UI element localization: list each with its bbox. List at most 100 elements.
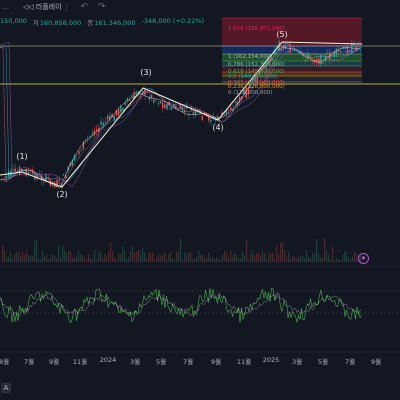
- volume-bar: [148, 253, 150, 262]
- volume-bar: [152, 252, 154, 262]
- volume-bar: [262, 251, 264, 262]
- candle-body: [166, 104, 168, 110]
- candle-body: [291, 50, 294, 52]
- volume-bar: [62, 245, 64, 262]
- volume-bar: [112, 251, 114, 262]
- candle-body: [227, 109, 230, 111]
- candle-body: [335, 48, 338, 56]
- volume-bar: [2, 245, 4, 262]
- wave-label: (3): [140, 68, 152, 77]
- volume-bar: [324, 238, 326, 262]
- volume-bar: [44, 256, 46, 262]
- volume-bar: [142, 247, 144, 262]
- volume-bar: [208, 252, 210, 262]
- candle-body: [192, 111, 195, 115]
- volume-bar: [6, 258, 8, 262]
- volume-bar: [108, 251, 110, 262]
- volume-bar: [202, 254, 204, 262]
- volume-bar: [58, 245, 60, 262]
- volume-bar: [26, 250, 28, 262]
- volume-bar: [246, 240, 248, 262]
- volume-bar: [96, 259, 98, 262]
- volume-bar: [20, 255, 22, 262]
- volume-bar: [216, 257, 218, 262]
- volume-bar: [214, 258, 216, 262]
- volume-bar: [72, 257, 74, 262]
- time-axis-label: 2025: [262, 356, 280, 364]
- volume-bar: [30, 255, 32, 262]
- volume-bar: [200, 254, 202, 262]
- volume-bar: [66, 252, 68, 262]
- volume-bar: [38, 258, 40, 262]
- volume-bar: [250, 254, 252, 262]
- volume-bar: [272, 252, 274, 262]
- volume-bar: [182, 259, 184, 262]
- volume-bar: [354, 251, 356, 262]
- volume-bar: [252, 250, 254, 262]
- volume-bar: [268, 253, 270, 262]
- fib-level-label: 1.618 (195,472,000): [228, 26, 285, 32]
- volume-bar: [254, 255, 256, 262]
- volume-bar: [4, 250, 6, 262]
- volume-bar: [106, 256, 108, 262]
- volume-bar: [174, 259, 176, 262]
- candle-body: [113, 115, 115, 121]
- volume-bar: [206, 258, 208, 262]
- volume-bar: [22, 251, 24, 262]
- volume-bar: [138, 250, 140, 262]
- volume-bar: [190, 252, 192, 262]
- volume-bar: [40, 259, 42, 262]
- time-axis-label: 3월: [129, 358, 141, 366]
- candle-body: [80, 149, 82, 151]
- volume-bar: [290, 259, 292, 262]
- candle-body: [102, 122, 104, 126]
- volume-bar: [172, 258, 174, 262]
- volume-bar: [158, 254, 160, 262]
- price-chart[interactable]: [0, 0, 400, 400]
- time-axis-label: 5월: [155, 358, 167, 366]
- volume-bar: [132, 245, 134, 262]
- wave-label: (1): [16, 152, 28, 161]
- volume-bar: [240, 258, 242, 262]
- volume-bar: [296, 258, 298, 262]
- candle-body: [153, 99, 155, 103]
- volume-bar: [60, 258, 62, 262]
- volume-bar: [114, 257, 116, 262]
- volume-bar: [298, 256, 300, 262]
- fib-level-label: 0.786 (152,300,000): [228, 62, 285, 68]
- volume-bar: [276, 245, 278, 262]
- candle-body: [95, 128, 98, 131]
- volume-bar: [120, 254, 122, 262]
- candle-body: [14, 168, 16, 172]
- candle-body: [157, 103, 159, 105]
- volume-bar: [104, 253, 106, 262]
- volume-bar: [212, 257, 214, 262]
- volume-bar: [98, 251, 100, 262]
- volume-bar: [68, 251, 70, 262]
- time-axis-label: 9월: [370, 358, 382, 366]
- candle-body: [230, 107, 232, 111]
- volume-bar: [196, 257, 198, 262]
- candle-body: [62, 174, 65, 176]
- volume-bar: [228, 257, 230, 262]
- volume-bar: [188, 252, 190, 262]
- bottom-badge[interactable]: A: [1, 383, 11, 393]
- volume-bar: [124, 250, 126, 262]
- time-axis-label: 7월: [344, 358, 356, 366]
- volume-bar: [48, 259, 50, 262]
- volume-bar: [170, 251, 172, 262]
- volume-bar: [180, 239, 182, 262]
- volume-bar: [242, 252, 244, 262]
- volume-bar: [194, 258, 196, 262]
- alert-icon[interactable]: ♦: [358, 253, 369, 264]
- volume-bar: [146, 258, 148, 262]
- volume-bar: [260, 255, 262, 262]
- candle-body: [43, 182, 45, 183]
- volume-bar: [222, 254, 224, 262]
- candle-body: [234, 102, 236, 103]
- volume-bar: [14, 253, 16, 262]
- volume-bar: [64, 250, 66, 262]
- volume-bar: [320, 257, 322, 262]
- volume-bar: [238, 258, 240, 262]
- candle-body: [322, 63, 324, 65]
